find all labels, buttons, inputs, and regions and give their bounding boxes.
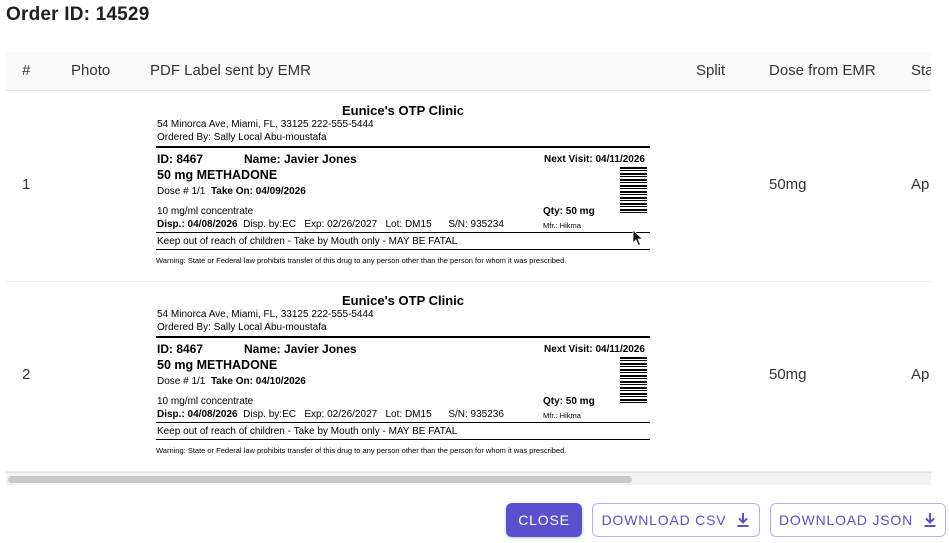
row-index: 1 — [22, 176, 31, 193]
table-header: # Photo PDF Label sent by EMR Split Dose… — [6, 52, 931, 91]
table-row[interactable]: 1 Eunice's OTP Clinic 54 Minorca Ave, Mi… — [6, 91, 931, 282]
label-legal-warning: Warning: State or Federal law prohibits … — [156, 256, 567, 265]
label-clinic-name: Eunice's OTP Clinic — [341, 103, 465, 118]
label-drug: 50 mg METHADONE — [157, 168, 278, 182]
label-concentration: 10 mg/ml concentrate — [157, 206, 254, 217]
label-patient-name: Name: Javier Jones — [244, 152, 357, 166]
label-serial: S/N: 935236 — [448, 409, 504, 420]
download-json-button[interactable]: DOWNLOAD JSON — [770, 503, 946, 537]
label-divider — [156, 146, 650, 148]
table-row[interactable]: 2 Eunice's OTP Clinic 54 Minorca Ave, Mi… — [6, 281, 931, 472]
download-csv-label: DOWNLOAD CSV — [601, 512, 727, 528]
label-ordered-by: Ordered By: Sally Local Abu-moustafa — [157, 322, 327, 333]
labels-table: # Photo PDF Label sent by EMR Split Dose… — [6, 52, 931, 484]
label-concentration: 10 mg/ml concentrate — [157, 396, 254, 407]
status-cell: Ap — [911, 366, 930, 383]
label-dose-number: Dose # 1/1 — [157, 186, 206, 197]
column-header-pdf-label[interactable]: PDF Label sent by EMR — [150, 62, 311, 79]
label-dispensed-by: Disp. by:EC — [243, 219, 296, 230]
download-icon — [737, 513, 749, 527]
label-dose-number: Dose # 1/1 — [157, 376, 206, 387]
label-take-on: Take On: 04/09/2026 — [210, 186, 306, 197]
label-expiration: Exp: 02/26/2027 — [304, 409, 378, 420]
column-header-index[interactable]: # — [22, 62, 30, 79]
column-header-split[interactable]: Split — [696, 62, 725, 79]
column-header-dose-from-emr[interactable]: Dose from EMR — [769, 62, 876, 79]
scrollbar-thumb[interactable] — [8, 476, 632, 483]
close-button-label: CLOSE — [518, 512, 570, 528]
column-header-photo[interactable]: Photo — [71, 62, 110, 79]
horizontal-scrollbar[interactable] — [6, 472, 931, 485]
label-divider — [156, 422, 650, 423]
page-title: Order ID: 14529 — [6, 4, 150, 25]
label-divider — [156, 336, 650, 338]
label-divider — [156, 249, 650, 250]
label-keep-out-warning: Keep out of reach of children - Take by … — [157, 236, 458, 247]
label-quantity: Qty: 50 mg — [543, 396, 595, 407]
label-dose-line: Dose # 1/1 Take On: 04/10/2026 — [157, 376, 306, 387]
label-dispense-line: Disp.: 04/08/2026 Disp. by:EC Exp: 02/26… — [157, 219, 504, 230]
label-next-visit: Next Visit: 04/11/2026 — [544, 154, 645, 165]
dose-from-emr: 50mg — [769, 366, 807, 383]
label-manufacturer: Mfr.: Hikma — [543, 221, 581, 230]
label-lot: Lot: DM15 — [385, 219, 432, 230]
mouse-pointer-icon — [632, 229, 644, 247]
pdf-label: Eunice's OTP Clinic 54 Minorca Ave, Miam… — [156, 289, 650, 463]
label-expiration: Exp: 02/26/2027 — [304, 219, 378, 230]
label-serial: S/N: 935234 — [448, 219, 504, 230]
download-json-label: DOWNLOAD JSON — [778, 512, 914, 528]
dose-from-emr: 50mg — [769, 176, 807, 193]
label-address: 54 Minorca Ave, Miami, FL, 33125 222-555… — [157, 119, 374, 130]
label-dispense-date: Disp.: 04/08/2026 — [157, 219, 238, 230]
pdf-label: Eunice's OTP Clinic 54 Minorca Ave, Miam… — [156, 99, 650, 273]
status-cell: Ap — [911, 176, 930, 193]
label-next-visit: Next Visit: 04/11/2026 — [544, 344, 645, 355]
download-csv-button[interactable]: DOWNLOAD CSV — [592, 503, 760, 537]
label-manufacturer: Mfr.: Hikma — [543, 411, 581, 420]
label-divider — [156, 232, 650, 233]
download-icon — [924, 513, 936, 527]
barcode — [620, 167, 647, 213]
label-dispense-line: Disp.: 04/08/2026 Disp. by:EC Exp: 02/26… — [157, 409, 504, 420]
label-patient-id: ID: 8467 — [157, 152, 204, 166]
label-lot: Lot: DM15 — [385, 409, 432, 420]
label-keep-out-warning: Keep out of reach of children - Take by … — [157, 426, 458, 437]
label-patient-name: Name: Javier Jones — [244, 342, 357, 356]
label-clinic-name: Eunice's OTP Clinic — [341, 293, 465, 308]
column-header-status[interactable]: Sta — [911, 62, 931, 79]
label-divider — [156, 439, 650, 440]
label-dispense-date: Disp.: 04/08/2026 — [157, 409, 238, 420]
label-drug: 50 mg METHADONE — [157, 358, 278, 372]
label-ordered-by: Ordered By: Sally Local Abu-moustafa — [157, 132, 327, 143]
label-quantity: Qty: 50 mg — [543, 206, 595, 217]
label-dispensed-by: Disp. by:EC — [243, 409, 296, 420]
label-legal-warning: Warning: State or Federal law prohibits … — [156, 446, 567, 455]
label-take-on: Take On: 04/10/2026 — [210, 376, 306, 387]
close-button[interactable]: CLOSE — [506, 503, 582, 537]
label-address: 54 Minorca Ave, Miami, FL, 33125 222-555… — [157, 309, 374, 320]
label-dose-line: Dose # 1/1 Take On: 04/09/2026 — [157, 186, 306, 197]
row-index: 2 — [22, 366, 31, 383]
label-patient-id: ID: 8467 — [157, 342, 204, 356]
barcode — [620, 357, 647, 403]
